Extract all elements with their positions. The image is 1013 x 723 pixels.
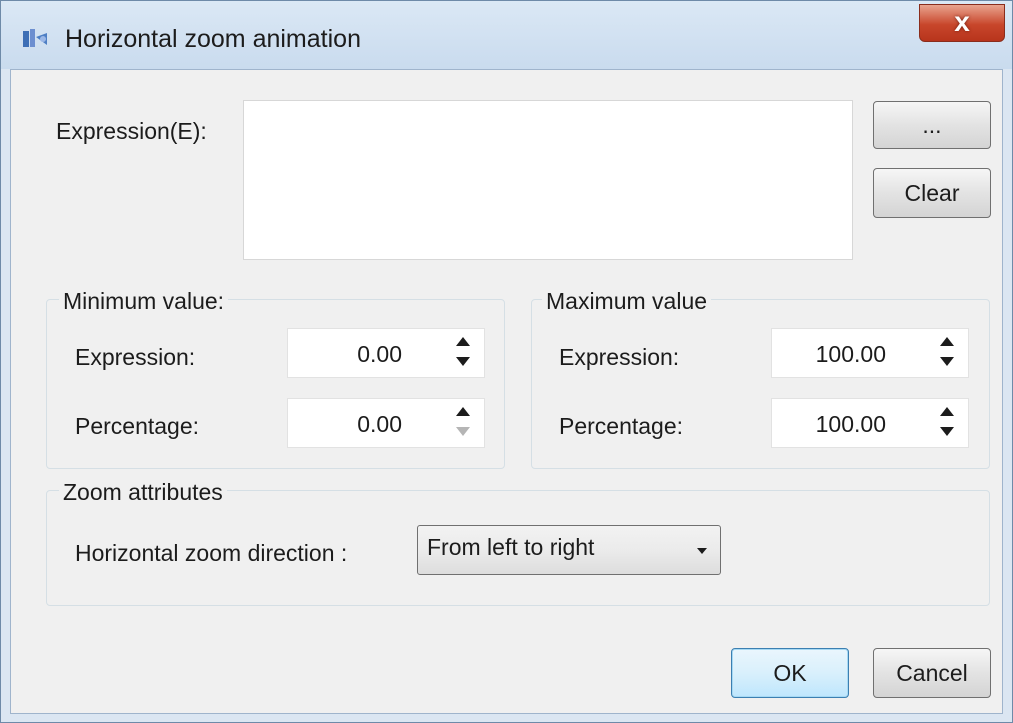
close-button[interactable]: x (919, 4, 1005, 42)
spin-down-icon[interactable] (940, 427, 954, 436)
app-icon (21, 27, 49, 49)
max-expression-spinbox[interactable]: 100.00 (771, 328, 969, 378)
chevron-down-icon (697, 548, 707, 554)
zoom-attributes-title: Zoom attributes (59, 479, 227, 506)
max-expression-value: 100.00 (815, 341, 886, 367)
zoom-direction-select[interactable]: From left to right (417, 525, 721, 575)
spin-down-icon[interactable] (940, 357, 954, 366)
spin-up-icon[interactable] (940, 407, 954, 416)
min-percentage-value: 0.00 (357, 411, 402, 437)
min-expression-label: Expression: (75, 344, 196, 370)
maximum-value-title: Maximum value (542, 288, 712, 315)
window-title: Horizontal zoom animation (65, 25, 361, 53)
spin-arrows[interactable] (454, 405, 476, 441)
close-icon: x (954, 6, 970, 37)
max-expression-label: Expression: (559, 344, 680, 370)
expression-label: Expression(E): (56, 118, 207, 144)
expression-textarea[interactable] (243, 100, 853, 260)
ok-button[interactable]: OK (731, 648, 849, 698)
spin-down-icon[interactable] (456, 427, 470, 436)
spin-up-icon[interactable] (456, 407, 470, 416)
min-percentage-spinbox[interactable]: 0.00 (287, 398, 485, 448)
minimum-value-title: Minimum value: (59, 288, 229, 315)
title-bar[interactable]: Horizontal zoom animation x (1, 1, 1012, 69)
ellipsis-icon: ... (922, 112, 942, 138)
spin-down-icon[interactable] (456, 357, 470, 366)
spin-up-icon[interactable] (940, 337, 954, 346)
browse-expression-button[interactable]: ... (873, 101, 991, 149)
clear-button[interactable]: Clear (873, 168, 991, 218)
spin-arrows[interactable] (938, 335, 960, 371)
dialog-body: Expression(E): ... Clear Minimum value: … (10, 69, 1003, 714)
max-percentage-label: Percentage: (559, 413, 684, 439)
spin-up-icon[interactable] (456, 337, 470, 346)
min-expression-value: 0.00 (357, 341, 402, 367)
max-percentage-spinbox[interactable]: 100.00 (771, 398, 969, 448)
min-expression-spinbox[interactable]: 0.00 (287, 328, 485, 378)
min-percentage-label: Percentage: (75, 413, 200, 439)
cancel-button[interactable]: Cancel (873, 648, 991, 698)
spin-arrows[interactable] (454, 335, 476, 371)
spin-arrows[interactable] (938, 405, 960, 441)
zoom-direction-value: From left to right (427, 534, 595, 560)
max-percentage-value: 100.00 (815, 411, 886, 437)
dialog-window: Horizontal zoom animation x Expression(E… (0, 0, 1013, 723)
zoom-direction-label: Horizontal zoom direction : (75, 540, 348, 566)
